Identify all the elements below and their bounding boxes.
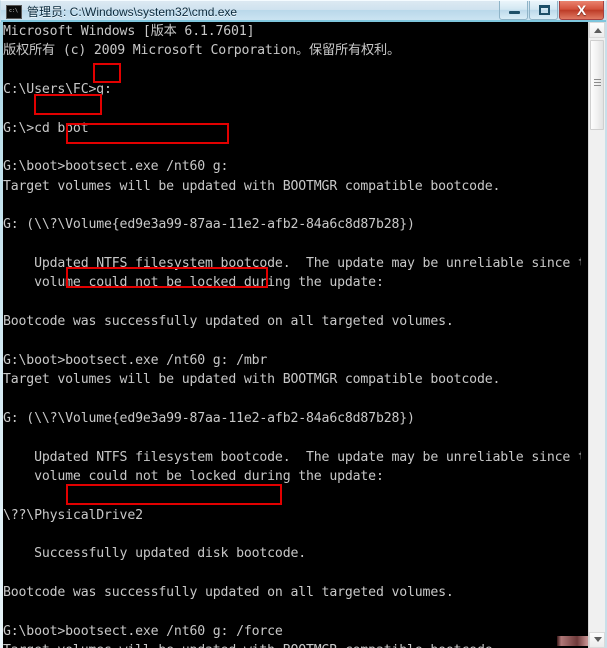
console-line: G:\boot>bootsect.exe /nt60 g:: [3, 159, 229, 175]
console-line: C:\Users\FC>g:: [3, 82, 112, 98]
console-line: Successfully updated disk bootcode.: [3, 546, 307, 562]
console-line: G:\boot>bootsect.exe /nt60 g: /force: [3, 623, 283, 639]
console-line: G: (\\?\Volume{ed9e3a99-87aa-11e2-afb2-8…: [3, 410, 415, 426]
scroll-down-arrow-icon: [594, 637, 602, 642]
window-controls: X: [498, 1, 604, 21]
close-icon: X: [576, 2, 587, 18]
window-title-bar[interactable]: c:\ 管理员: C:\Windows\system32\cmd.exe X: [0, 0, 607, 22]
scrollbar-grip-icon: [594, 79, 601, 88]
console-line: \??\PhysicalDrive2: [3, 507, 143, 523]
console-line: volume could not be locked during the up…: [3, 275, 384, 291]
console-line: Updated NTFS filesystem bootcode. The up…: [3, 256, 581, 272]
console-line: G: (\\?\Volume{ed9e3a99-87aa-11e2-afb2-8…: [3, 217, 415, 233]
cmd-icon-glyph: c:\: [9, 7, 19, 14]
console-line: Target volumes will be updated with BOOT…: [3, 178, 501, 194]
console-line: G:\>cd boot: [3, 120, 89, 136]
console-line: G:\boot>bootsect.exe /nt60 g: /mbr: [3, 352, 268, 368]
console-line: Target volumes will be updated with BOOT…: [3, 641, 581, 648]
minimize-button[interactable]: [499, 1, 528, 20]
scrollbar-thumb[interactable]: [590, 40, 604, 130]
console-line: Target volumes will be updated with BOOT…: [3, 372, 501, 388]
minimize-icon: [509, 11, 520, 14]
scroll-up-button[interactable]: [589, 22, 605, 38]
scroll-down-button[interactable]: [589, 632, 605, 648]
console-line: Bootcode was successfully updated on all…: [3, 584, 454, 600]
cmd-console-icon: c:\: [6, 4, 22, 19]
scroll-up-arrow-icon: [594, 28, 602, 33]
close-button[interactable]: X: [559, 1, 604, 20]
console-line: 版权所有 (c) 2009 Microsoft Corporation。保留所有…: [3, 43, 401, 59]
console-output[interactable]: Microsoft Windows [版本 6.1.7601] 版权所有 (c) …: [3, 22, 581, 648]
cmd-window: c:\ 管理员: C:\Windows\system32\cmd.exe X M…: [0, 0, 607, 648]
console-line: Microsoft Windows [版本 6.1.7601]: [3, 24, 255, 39]
console-line: volume could not be locked during the up…: [3, 468, 384, 484]
vertical-scrollbar[interactable]: [588, 22, 605, 648]
maximize-icon: [539, 5, 550, 15]
console-line: Updated NTFS filesystem bootcode. The up…: [3, 449, 581, 465]
maximize-button[interactable]: [529, 1, 558, 20]
console-line: Bootcode was successfully updated on all…: [3, 314, 454, 330]
